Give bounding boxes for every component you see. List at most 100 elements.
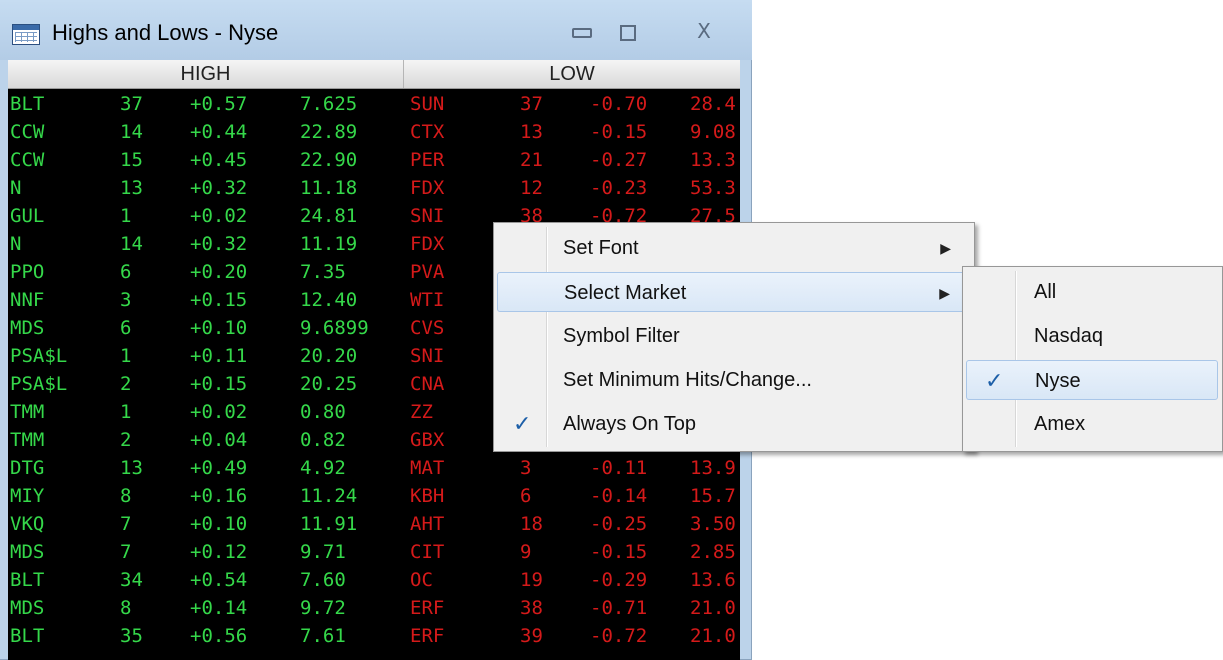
minimize-button[interactable]	[562, 15, 602, 47]
high-symbol: VKQ	[10, 513, 45, 535]
quote-row[interactable]: BLT 37 +0.57 7.625 SUN 37 -0.70 28.4	[8, 90, 740, 118]
menu-item-label: Set Font	[563, 237, 639, 259]
quote-row[interactable]: MDS 8 +0.14 9.72 ERF 38 -0.71 21.0	[8, 594, 740, 622]
high-price: 22.89	[300, 121, 358, 143]
quote-row[interactable]: N 13 +0.32 11.18 FDX 12 -0.23 53.3	[8, 174, 740, 202]
high-change: +0.49	[190, 457, 248, 479]
high-change: +0.14	[190, 597, 248, 619]
low-price: 13.6	[690, 569, 736, 591]
low-price: 13.9	[690, 457, 736, 479]
menu-item-set-font[interactable]: Set Font ▶	[497, 228, 971, 268]
market-option-all[interactable]: All	[966, 272, 1218, 312]
menu-item-label: Always On Top	[563, 413, 697, 435]
high-price: 9.71	[300, 541, 346, 563]
market-option-amex[interactable]: Amex	[966, 404, 1218, 444]
high-symbol: GUL	[10, 205, 45, 227]
low-change: -0.11	[590, 457, 648, 479]
high-price: 11.19	[300, 233, 358, 255]
low-price: 28.4	[690, 93, 736, 115]
low-symbol: SNI	[410, 205, 445, 227]
low-hits: 13	[520, 121, 543, 143]
low-hits: 19	[520, 569, 543, 591]
submenu-arrow-icon: ▶	[939, 285, 950, 301]
low-symbol: FDX	[410, 177, 445, 199]
low-price: 21.0	[690, 597, 736, 619]
high-symbol: MDS	[10, 541, 45, 563]
market-option-nyse[interactable]: ✓ Nyse	[966, 360, 1218, 400]
low-symbol: WTI	[410, 289, 445, 311]
low-change: -0.29	[590, 569, 648, 591]
close-icon: X	[697, 19, 711, 43]
menu-item-select-market[interactable]: Select Market ▶	[497, 272, 971, 312]
market-option-label: Nasdaq	[1034, 325, 1103, 347]
high-symbol: BLT	[10, 569, 45, 591]
low-symbol: CVS	[410, 317, 445, 339]
high-change: +0.10	[190, 317, 248, 339]
high-change: +0.11	[190, 345, 248, 367]
low-change: -0.27	[590, 149, 648, 171]
high-change: +0.16	[190, 485, 248, 507]
quote-row[interactable]: MIY 8 +0.16 11.24 KBH 6 -0.14 15.7	[8, 482, 740, 510]
low-price: 13.3	[690, 149, 736, 171]
icon-grid	[15, 32, 37, 42]
high-price: 7.61	[300, 625, 346, 647]
high-symbol: MIY	[10, 485, 45, 507]
low-change: -0.71	[590, 597, 648, 619]
high-hits: 6	[120, 261, 132, 283]
low-hits: 39	[520, 625, 543, 647]
quote-row[interactable]: VKQ 7 +0.10 11.91 AHT 18 -0.25 3.50	[8, 510, 740, 538]
menu-item-always-on-top[interactable]: ✓ Always On Top	[497, 404, 971, 444]
checkmark-icon: ✓	[513, 411, 532, 436]
high-change: +0.56	[190, 625, 248, 647]
maximize-button[interactable]	[608, 15, 648, 47]
high-price: 12.40	[300, 289, 358, 311]
close-button[interactable]: X	[680, 15, 728, 47]
maximize-icon	[620, 24, 636, 41]
low-symbol: OC	[410, 569, 433, 591]
low-price: 2.85	[690, 541, 736, 563]
high-price: 20.25	[300, 373, 358, 395]
select-market-submenu: All Nasdaq ✓ Nyse Amex	[962, 266, 1223, 452]
market-option-label: All	[1034, 281, 1057, 303]
high-hits: 6	[120, 317, 132, 339]
high-symbol: MDS	[10, 597, 45, 619]
low-column-header[interactable]: LOW	[404, 60, 740, 88]
low-change: -0.15	[590, 541, 648, 563]
low-change: -0.70	[590, 93, 648, 115]
title-bar[interactable]: Highs and Lows - Nyse X	[0, 0, 752, 60]
quote-row[interactable]: CCW 15 +0.45 22.90 PER 21 -0.27 13.3	[8, 146, 740, 174]
quote-row[interactable]: DTG 13 +0.49 4.92 MAT 3 -0.11 13.9	[8, 454, 740, 482]
high-hits: 2	[120, 373, 132, 395]
quote-row[interactable]: MDS 7 +0.12 9.71 CIT 9 -0.15 2.85	[8, 538, 740, 566]
market-option-nasdaq[interactable]: Nasdaq	[966, 316, 1218, 356]
low-hits: 3	[520, 457, 532, 479]
high-hits: 7	[120, 541, 132, 563]
high-symbol: N	[10, 177, 22, 199]
low-symbol: SUN	[410, 93, 445, 115]
low-symbol: PVA	[410, 261, 445, 283]
high-price: 11.24	[300, 485, 358, 507]
low-hits: 38	[520, 597, 543, 619]
high-change: +0.32	[190, 233, 248, 255]
high-symbol: TMM	[10, 429, 45, 451]
high-hits: 14	[120, 233, 143, 255]
high-price: 20.20	[300, 345, 358, 367]
low-symbol: FDX	[410, 233, 445, 255]
high-hits: 8	[120, 485, 132, 507]
high-change: +0.15	[190, 373, 248, 395]
low-hits: 21	[520, 149, 543, 171]
menu-item-set-minimum-hits-change[interactable]: Set Minimum Hits/Change...	[497, 360, 971, 400]
high-hits: 1	[120, 345, 132, 367]
high-column-header[interactable]: HIGH	[8, 60, 404, 88]
menu-item-label: Set Minimum Hits/Change...	[563, 369, 812, 391]
quote-row[interactable]: BLT 35 +0.56 7.61 ERF 39 -0.72 21.0	[8, 622, 740, 650]
high-price: 24.81	[300, 205, 358, 227]
menu-item-symbol-filter[interactable]: Symbol Filter	[497, 316, 971, 356]
high-change: +0.57	[190, 93, 248, 115]
high-hits: 13	[120, 457, 143, 479]
high-price: 0.80	[300, 401, 346, 423]
quote-row[interactable]: BLT 34 +0.54 7.60 OC 19 -0.29 13.6	[8, 566, 740, 594]
quote-row[interactable]: CCW 14 +0.44 22.89 CTX 13 -0.15 9.08	[8, 118, 740, 146]
low-symbol: MAT	[410, 457, 445, 479]
high-hits: 3	[120, 289, 132, 311]
